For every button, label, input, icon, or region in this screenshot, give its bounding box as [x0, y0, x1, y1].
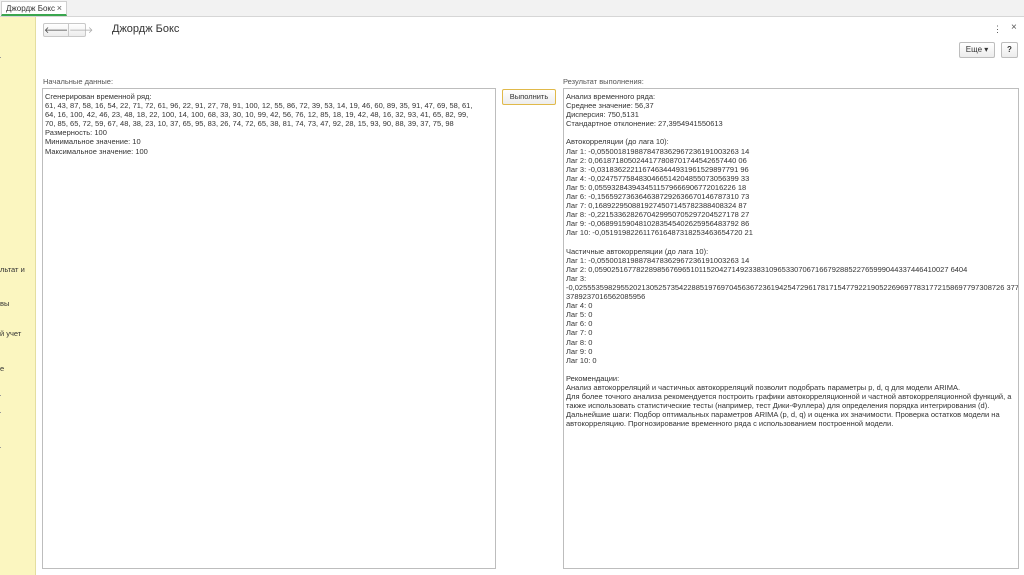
help-button[interactable]: ? [1001, 42, 1018, 58]
result-label: Результат выполнения: [563, 77, 644, 86]
text-line: также использовать статистические тесты … [566, 401, 990, 411]
navigation-buttons: 🡐 🡒 [43, 23, 93, 37]
text-line: 70, 85, 65, 72, 59, 67, 48, 38, 23, 10, … [45, 119, 454, 129]
section-item-2[interactable]: вы [0, 299, 9, 308]
tab-george-box[interactable]: Джордж Бокс × [1, 1, 67, 16]
text-line: Лаг 4: 0 [566, 301, 593, 311]
text-line: Сгенерирован временной ряд: [45, 92, 152, 101]
kebab-menu-icon[interactable]: ⋮ [993, 24, 1002, 35]
text-line: Среднее значение: 56,37 [566, 101, 654, 111]
text-line: 64, 16, 100, 42, 46, 23, 48, 18, 22, 100… [45, 110, 469, 120]
page-title: Джордж Бокс [112, 23, 180, 35]
text-line: Лаг 3: -0,031836222116746344493196152989… [566, 164, 749, 174]
tab-label: Джордж Бокс [6, 4, 56, 13]
text-line: Лаг 8: 0 [566, 337, 593, 347]
text-line: Рекомендации: [566, 373, 620, 383]
text-line: Лаг 3: [566, 273, 587, 283]
sections-panel: льтат и вы й учет е [0, 17, 36, 575]
text-line: Лаг 9: 0 [566, 346, 593, 356]
text-line [566, 238, 1016, 247]
text-line: Для более точного анализа рекомендуется … [566, 392, 1012, 402]
run-button[interactable]: Выполнить [502, 89, 556, 105]
text-line: Лаг 2: 0,0618718050244177808701744542657… [566, 155, 747, 165]
text-line: Лаг 4: -0,024757758483046651420485507305… [566, 173, 750, 183]
section-item-4[interactable]: е [0, 364, 4, 373]
text-line: Лаг 5: 0 [566, 310, 593, 320]
section-item-1[interactable]: льтат и [0, 265, 25, 274]
tab-close-icon[interactable]: × [57, 3, 62, 13]
text-line: автокорреляцию. Прогнозирование временно… [566, 419, 894, 429]
text-line: -0,0255535982955202130525735422885197697… [566, 282, 1019, 292]
text-line: Дальнейшие шаги: Подбор оптимальных пара… [566, 410, 1000, 420]
text-line: Максимальное значение: 100 [45, 146, 148, 156]
text-line [566, 365, 1016, 374]
panel-dot [0, 395, 1, 396]
panel-dot [0, 447, 1, 448]
text-line: Частичные автокорреляции (до лага 10): [566, 246, 709, 256]
text-line: Лаг 5: 0,0559328439434511579666906772016… [566, 182, 747, 192]
text-line: Лаг 6: -0,156592736364638729263667014678… [566, 192, 750, 202]
text-line: 3789237016562085956 [566, 292, 646, 302]
text-line: Лаг 1: -0,055001819887847836296723619100… [566, 255, 750, 265]
text-line: Лаг 2: 0,0590251677822898567696510115204… [566, 264, 968, 274]
text-line: Лаг 10: -0,05191982261176164873182534636… [566, 228, 753, 238]
section-item-3[interactable]: й учет [0, 329, 21, 338]
forward-arrow-icon[interactable]: 🡒 [68, 24, 93, 36]
text-line: Анализ автокорреляций и частичных автоко… [566, 383, 961, 392]
input-label: Начальные данные: [43, 77, 114, 86]
text-line: Лаг 8: -0,221533628267042995070529720452… [566, 210, 750, 220]
result-field[interactable]: Анализ временного ряда: Среднее значение:… [563, 88, 1019, 569]
text-line: 61, 43, 87, 58, 16, 54, 22, 71, 72, 61, … [45, 101, 473, 111]
text-line: Стандартное отклонение: 27,3954941550613 [566, 119, 723, 129]
text-line [566, 128, 1016, 137]
text-line: Лаг 1: -0,055001819887847836296723619100… [566, 146, 750, 156]
text-line: Лаг 7: 0 [566, 328, 593, 338]
text-line: Анализ временного ряда: [566, 92, 656, 101]
text-line: Автокорреляции (до лага 10): [566, 137, 669, 147]
close-icon[interactable]: × [1011, 22, 1017, 33]
text-line: Лаг 7: 0,1689229508819274507145782388408… [566, 201, 747, 211]
input-data-field[interactable]: Сгенерирован временной ряд: 61, 43, 87, 5… [42, 88, 496, 569]
text-line: Минимальное значение: 10 [45, 137, 141, 147]
more-button[interactable]: Еще ▾ [959, 42, 995, 58]
text-line: Лаг 9: -0,068991590481028354540262595648… [566, 219, 750, 229]
panel-dot [0, 412, 1, 413]
panel-dot [0, 57, 1, 58]
back-arrow-icon[interactable]: 🡐 [44, 24, 68, 36]
text-line: Дисперсия: 750,5131 [566, 110, 639, 120]
text-line: Размерность: 100 [45, 128, 107, 138]
tab-strip: Джордж Бокс × [0, 0, 1024, 17]
text-line: Лаг 10: 0 [566, 355, 597, 365]
text-line: Лаг 6: 0 [566, 319, 593, 329]
